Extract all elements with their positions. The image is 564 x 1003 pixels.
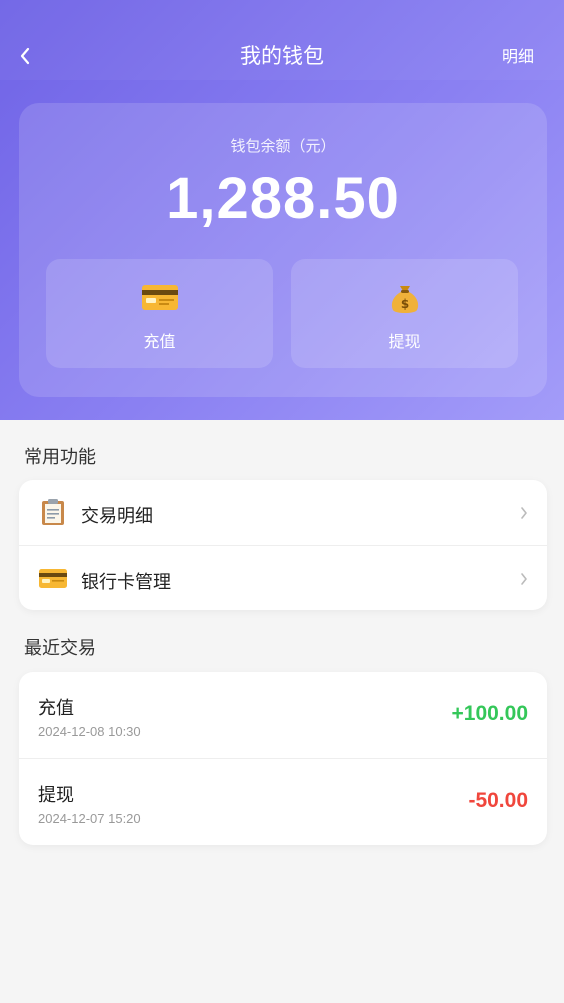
transaction-title: 提现 [38, 785, 74, 806]
money-bag-icon: $ [391, 286, 418, 313]
transaction-time: 2024-12-08 10:30 [38, 724, 141, 739]
function-list: 交易明细 银行卡管理 [19, 480, 547, 610]
svg-text:$: $ [400, 297, 408, 311]
bank-card-manage-label: 银行卡管理 [81, 572, 171, 593]
recharge-button[interactable]: 充值 [46, 259, 273, 368]
bank-card-manage-item[interactable]: 银行卡管理 [19, 545, 547, 610]
balance-card: 钱包余额（元） 1,288.50 充值 $ 提现 [19, 103, 547, 397]
balance-label: 钱包余额（元） [230, 137, 336, 155]
withdraw-label: 提现 [388, 332, 421, 351]
transaction-detail-label: 交易明细 [81, 506, 153, 527]
transaction-amount: +100.00 [451, 702, 529, 725]
recharge-label: 充值 [143, 332, 176, 351]
clipboard-icon [42, 499, 64, 525]
transaction-time: 2024-12-07 15:20 [38, 811, 141, 826]
nav-bar: 我的钱包 明细 [0, 0, 564, 80]
section-title-common: 常用功能 [24, 447, 96, 468]
transaction-amount: -50.00 [468, 789, 528, 812]
balance-amount: 1,288.50 [166, 166, 400, 231]
chevron-right-icon [521, 507, 527, 519]
transaction-row[interactable]: 充值 2024-12-08 10:30 +100.00 [19, 672, 547, 758]
recent-transactions: 充值 2024-12-08 10:30 +100.00 提现 2024-12-0… [19, 672, 547, 845]
transaction-row[interactable]: 提现 2024-12-07 15:20 -50.00 [19, 758, 547, 844]
section-title-recent: 最近交易 [24, 638, 96, 659]
credit-card-icon [39, 569, 67, 588]
withdraw-button[interactable]: $ 提现 [291, 259, 518, 368]
chevron-right-icon [521, 573, 527, 585]
wallet-header: 我的钱包 明细 钱包余额（元） 1,288.50 充值 $ 提现 [0, 0, 564, 420]
detail-link[interactable]: 明细 [502, 43, 534, 67]
credit-card-icon [141, 285, 178, 310]
transaction-detail-item[interactable]: 交易明细 [19, 480, 547, 545]
page-title: 我的钱包 [240, 44, 324, 68]
transaction-title: 充值 [38, 698, 74, 719]
